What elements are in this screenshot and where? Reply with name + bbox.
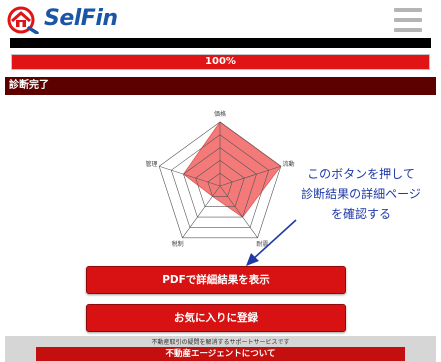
menu-line (394, 8, 422, 12)
annotation-line: を確認する (330, 207, 391, 221)
status-banner: 診断完了 (5, 77, 436, 95)
radar-axis-label: 価格 (214, 110, 226, 118)
annotation-arrow-icon (246, 219, 297, 266)
progress-label: 100% (205, 56, 236, 67)
radar-axis-label: 管理 (146, 160, 158, 168)
radar-axis-label: 税制 (172, 240, 184, 248)
header: SelFin (0, 0, 441, 38)
pdf-detail-button[interactable]: PDFで詳細結果を表示 (86, 266, 346, 294)
footer: 不動産取引の疑問を解消するサポートサービスです 不動産エージェントについて (5, 336, 436, 362)
annotation-line: 診断結果の詳細ページ (301, 187, 421, 201)
annotation: このボタンを押して 診断結果の詳細ページ を確認する (286, 164, 436, 224)
annotation-line: このボタンを押して (307, 167, 415, 181)
menu-line (394, 28, 422, 32)
agent-info-button[interactable]: 不動産エージェントについて (36, 347, 405, 361)
footer-note: 不動産取引の疑問を解消するサポートサービスです (151, 339, 290, 346)
add-favorite-button[interactable]: お気に入りに登録 (86, 304, 346, 332)
logo[interactable]: SelFin (6, 4, 126, 35)
radar-spoke (182, 185, 221, 238)
hamburger-menu-icon[interactable] (394, 8, 422, 33)
progress-bar: 100% (11, 54, 430, 70)
header-divider-bar (10, 38, 431, 48)
menu-line (394, 18, 422, 22)
logo-text: SelFin (44, 6, 118, 31)
house-logo-icon (7, 6, 39, 35)
